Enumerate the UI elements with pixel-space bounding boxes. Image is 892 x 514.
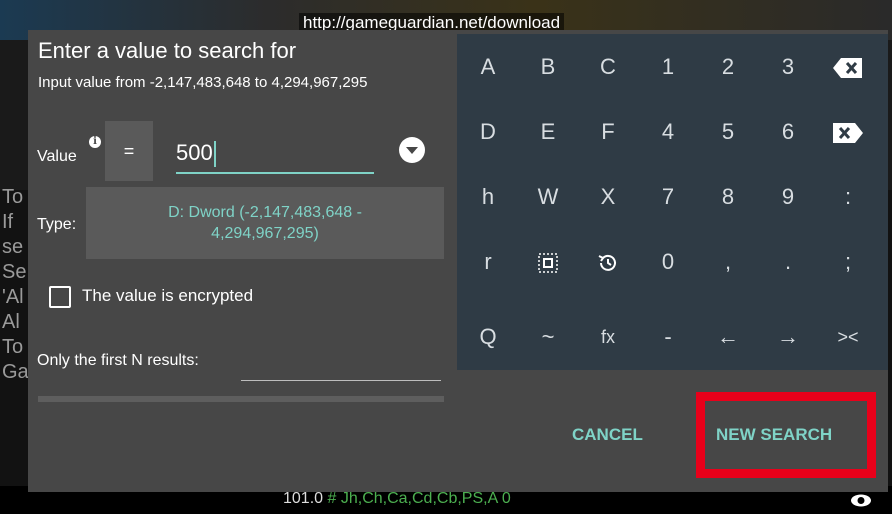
key[interactable]: 9	[758, 165, 818, 229]
type-label: Type:	[37, 216, 77, 233]
operator-button[interactable]: =	[105, 121, 153, 181]
key[interactable]: 5	[698, 100, 758, 164]
key[interactable]: ><	[818, 305, 878, 369]
search-dialog: Enter a value to search for Input value …	[28, 30, 888, 492]
key[interactable]: 2	[698, 35, 758, 99]
value-input[interactable]: 500	[176, 134, 374, 174]
key[interactable]: ←	[698, 305, 758, 369]
key[interactable]: 3	[758, 35, 818, 99]
key[interactable]: F	[578, 100, 638, 164]
custom-keyboard: A B C 1 2 3 D E F 4 5 6 h W X 7 8 9 : r …	[457, 34, 888, 370]
text-caret	[213, 141, 216, 168]
key[interactable]: 0	[638, 230, 698, 294]
key[interactable]: .	[758, 230, 818, 294]
key[interactable]: 1	[638, 35, 698, 99]
key[interactable]: D	[458, 100, 518, 164]
status-flags: Jh,Ch,Ca,Cd,Cb,PS,A 0	[340, 490, 511, 507]
background-side-text: To If se Se 'Al Al To Ga	[2, 186, 28, 383]
key[interactable]: 7	[638, 165, 698, 229]
key[interactable]: r	[458, 230, 518, 294]
key[interactable]: ;	[818, 230, 878, 294]
key[interactable]: h	[458, 165, 518, 229]
key[interactable]: 4	[638, 100, 698, 164]
value-range-hint: Input value from -2,147,483,648 to 4,294…	[38, 74, 368, 91]
dialog-title: Enter a value to search for	[38, 38, 297, 63]
background-status-text: 101.0 # Jh,Ch,Ca,Cd,Cb,PS,A 0	[283, 490, 511, 508]
key[interactable]: ,	[698, 230, 758, 294]
delete-icon[interactable]	[818, 100, 878, 164]
key[interactable]: W	[518, 165, 578, 229]
key[interactable]: :	[818, 165, 878, 229]
encrypted-label[interactable]: The value is encrypted	[82, 286, 253, 306]
history-dropdown-icon[interactable]	[399, 137, 425, 163]
key[interactable]: X	[578, 165, 638, 229]
key[interactable]: ~	[518, 305, 578, 369]
first-n-label: Only the first N results:	[37, 352, 199, 369]
status-hash: #	[327, 490, 337, 507]
info-icon[interactable]: i	[89, 136, 101, 148]
status-value: 101.0	[283, 490, 324, 507]
key[interactable]: 8	[698, 165, 758, 229]
cancel-button[interactable]: CANCEL	[572, 425, 643, 445]
key[interactable]: fx	[578, 305, 638, 369]
value-label: Value	[37, 148, 77, 165]
select-area-icon[interactable]	[518, 230, 578, 294]
dialog-scrollbar[interactable]	[38, 396, 444, 402]
type-select-value: D: Dword (-2,147,483,648 - 4,294,967,295…	[168, 204, 362, 242]
key[interactable]: 6	[758, 100, 818, 164]
value-input-text: 500	[176, 140, 213, 165]
new-search-button[interactable]: NEW SEARCH	[716, 425, 832, 445]
key[interactable]: -	[638, 305, 698, 369]
history-icon[interactable]	[578, 230, 638, 294]
first-n-input[interactable]	[241, 348, 441, 381]
key[interactable]: →	[758, 305, 818, 369]
key[interactable]: C	[578, 35, 638, 99]
backspace-icon[interactable]	[818, 35, 878, 99]
eye-icon[interactable]	[850, 494, 872, 507]
type-select[interactable]: D: Dword (-2,147,483,648 - 4,294,967,295…	[86, 187, 444, 259]
key[interactable]: A	[458, 35, 518, 99]
key[interactable]: Q	[458, 305, 518, 369]
key[interactable]: E	[518, 100, 578, 164]
encrypted-checkbox[interactable]	[49, 286, 71, 308]
key[interactable]: B	[518, 35, 578, 99]
